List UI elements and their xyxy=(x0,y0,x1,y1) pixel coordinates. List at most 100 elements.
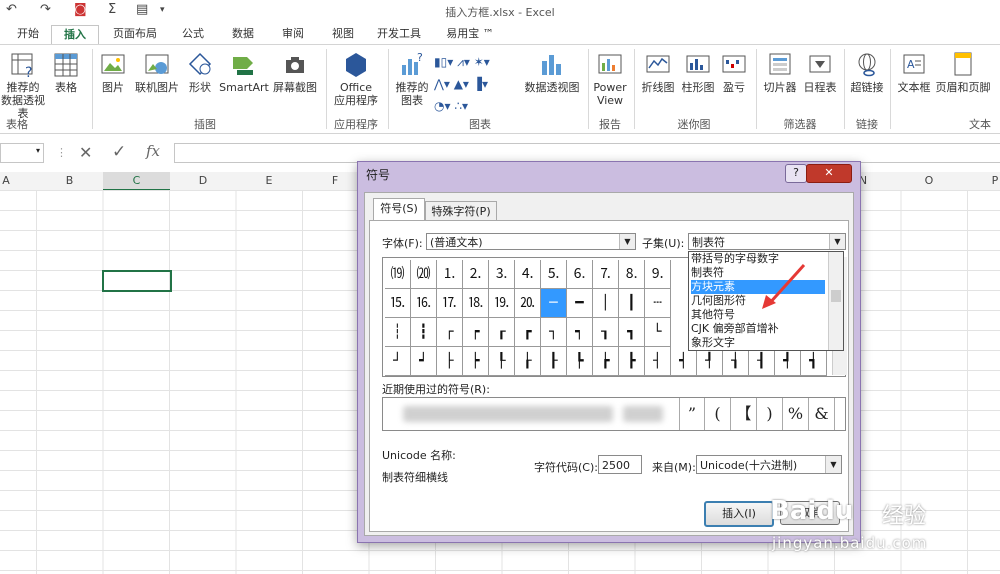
pivotchart-button[interactable]: 数据透视图 xyxy=(522,51,582,94)
symbol-cell[interactable]: ⒇ xyxy=(411,260,437,289)
symbol-cell[interactable]: ┩ xyxy=(775,347,801,376)
tab-special-chars[interactable]: 特殊字符(P) xyxy=(425,201,497,222)
recommended-charts-button[interactable]: ? 推荐的 图表 xyxy=(392,51,432,107)
recent-symbol[interactable]: % xyxy=(783,398,809,430)
hyperlink-button[interactable]: 超链接 xyxy=(846,51,888,94)
recent-symbol[interactable]: 【 xyxy=(731,398,757,430)
cancel-icon[interactable]: ✕ xyxy=(79,143,92,162)
formula-input[interactable] xyxy=(174,143,1000,163)
symbol-cell[interactable]: ┃ xyxy=(619,289,645,318)
symbol-cell[interactable]: │ xyxy=(593,289,619,318)
dropdown-scroll-thumb[interactable] xyxy=(831,290,841,302)
office-apps-button[interactable]: Office 应用程序 xyxy=(328,51,384,107)
symbol-cell[interactable]: ┘ xyxy=(385,347,411,376)
symbol-cell[interactable]: ⒏ xyxy=(619,260,645,289)
symbol-cell[interactable]: ┢ xyxy=(593,347,619,376)
stat-chart-icon[interactable]: ▐▾ xyxy=(473,77,488,91)
line-chart-icon[interactable]: ⋀▾ xyxy=(434,77,450,91)
symbol-cell[interactable]: ┧ xyxy=(723,347,749,376)
symbol-cell[interactable]: ⒊ xyxy=(489,260,515,289)
column-header[interactable]: D xyxy=(170,174,236,187)
sparkline-column-button[interactable]: 柱形图 xyxy=(678,51,718,94)
radar-chart-icon[interactable]: ✶▾ xyxy=(474,55,490,69)
symbol-cell[interactable]: ┄ xyxy=(645,289,671,318)
tab-data[interactable]: 数据 xyxy=(222,25,264,44)
enter-icon[interactable]: ✓ xyxy=(112,142,126,162)
from-select[interactable]: Unicode(十六进制) ▼ xyxy=(696,455,842,474)
column-header[interactable]: E xyxy=(236,174,302,187)
symbol-cell[interactable]: ⒌ xyxy=(541,260,567,289)
timeline-button[interactable]: 日程表 xyxy=(800,51,840,94)
chevron-down-icon[interactable]: ▼ xyxy=(619,234,635,249)
symbol-cell[interactable]: ┙ xyxy=(411,347,437,376)
char-code-input[interactable]: 2500 xyxy=(598,455,642,474)
online-picture-button[interactable]: 联机图片 xyxy=(132,51,182,94)
symbol-cell[interactable]: ┤ xyxy=(645,347,671,376)
recommended-pivot-button[interactable]: ? 推荐的 数据透视表 xyxy=(0,51,46,120)
chevron-down-icon[interactable]: ▼ xyxy=(829,234,845,249)
fx-icon[interactable]: fx xyxy=(146,142,160,160)
recent-symbol[interactable]: ” xyxy=(679,398,705,430)
header-footer-button[interactable]: 页眉和页脚 xyxy=(934,51,992,94)
symbol-cell[interactable]: ┍ xyxy=(463,318,489,347)
symbol-cell[interactable]: ⒍ xyxy=(567,260,593,289)
chevron-down-icon[interactable]: ▼ xyxy=(825,456,841,473)
symbol-cell[interactable]: ⒆ xyxy=(385,260,411,289)
textbox-button[interactable]: A 文本框 xyxy=(894,51,934,94)
symbol-cell[interactable]: └ xyxy=(645,318,671,347)
symbol-cell[interactable]: ┒ xyxy=(593,318,619,347)
symbol-cell[interactable]: ┣ xyxy=(619,347,645,376)
symbol-cell[interactable]: ┞ xyxy=(489,347,515,376)
subset-option[interactable]: 象形文字 xyxy=(691,336,735,350)
symbol-cell[interactable]: ━ xyxy=(567,289,593,318)
symbol-cell[interactable]: ┓ xyxy=(619,318,645,347)
picture-button[interactable]: 图片 xyxy=(96,51,130,94)
tab-view[interactable]: 视图 xyxy=(322,25,364,44)
subset-option[interactable]: 其他符号 xyxy=(691,308,735,322)
tab-developer[interactable]: 开发工具 xyxy=(370,25,428,44)
symbol-cell[interactable]: ┠ xyxy=(541,347,567,376)
column-header[interactable]: A xyxy=(0,174,12,187)
symbol-cell[interactable]: ⒉ xyxy=(463,260,489,289)
shapes-button[interactable]: 形状 xyxy=(184,51,216,94)
symbol-cell[interactable]: ┨ xyxy=(749,347,775,376)
symbol-cell[interactable]: ┑ xyxy=(567,318,593,347)
area-chart-icon[interactable]: ▲▾ xyxy=(454,77,469,91)
symbol-cell[interactable]: ┌ xyxy=(437,318,463,347)
symbol-cell[interactable]: ┏ xyxy=(515,318,541,347)
symbol-cell[interactable]: ┥ xyxy=(671,347,697,376)
symbol-cell-selected[interactable]: ─ xyxy=(541,289,567,318)
formula-bar-handle[interactable]: ⋮ xyxy=(56,146,67,159)
symbol-cell[interactable]: ┪ xyxy=(801,347,827,376)
tab-formulas[interactable]: 公式 xyxy=(172,25,214,44)
symbol-cell[interactable]: ⒈ xyxy=(437,260,463,289)
smartart-button[interactable]: SmartArt xyxy=(218,51,270,94)
symbol-cell[interactable]: ┐ xyxy=(541,318,567,347)
symbol-cell[interactable]: ⒖ xyxy=(385,289,411,318)
recent-symbol[interactable]: & xyxy=(809,398,835,430)
symbol-cell[interactable]: ┎ xyxy=(489,318,515,347)
tab-insert[interactable]: 插入 xyxy=(51,25,99,45)
column-header[interactable]: B xyxy=(36,174,103,187)
chart-type-icons[interactable]: ▮▯▾ ⩘▾ ✶▾ ⋀▾ ▲▾ ▐▾ ◔▾ ∴▾ xyxy=(434,51,490,117)
tab-home[interactable]: 开始 xyxy=(8,25,48,44)
recent-symbol[interactable]: ( xyxy=(705,398,731,430)
close-button[interactable]: ✕ xyxy=(806,164,852,183)
recent-symbol[interactable]: ) xyxy=(757,398,783,430)
powerview-button[interactable]: Power View xyxy=(592,51,628,107)
symbol-cell[interactable]: ⒎ xyxy=(593,260,619,289)
subset-option[interactable]: CJK 偏旁部首增补 xyxy=(691,322,779,336)
symbol-cell[interactable]: ┟ xyxy=(515,347,541,376)
screenshot-button[interactable]: 屏幕截图 xyxy=(270,51,320,94)
symbol-cell[interactable]: ⒙ xyxy=(463,289,489,318)
column-header[interactable]: P xyxy=(962,174,1000,187)
symbol-cell[interactable]: ┦ xyxy=(697,347,723,376)
symbol-cell[interactable]: ⒋ xyxy=(515,260,541,289)
pie-chart-icon[interactable]: ◔▾ xyxy=(434,99,451,113)
help-button[interactable]: ? xyxy=(785,164,807,183)
recent-symbols[interactable]: ” ( 【 ) % & xyxy=(382,397,846,431)
symbol-cell[interactable]: ⒗ xyxy=(411,289,437,318)
symbol-cell[interactable]: ┆ xyxy=(385,318,411,347)
tab-review[interactable]: 审阅 xyxy=(272,25,314,44)
tab-page-layout[interactable]: 页面布局 xyxy=(104,25,166,44)
